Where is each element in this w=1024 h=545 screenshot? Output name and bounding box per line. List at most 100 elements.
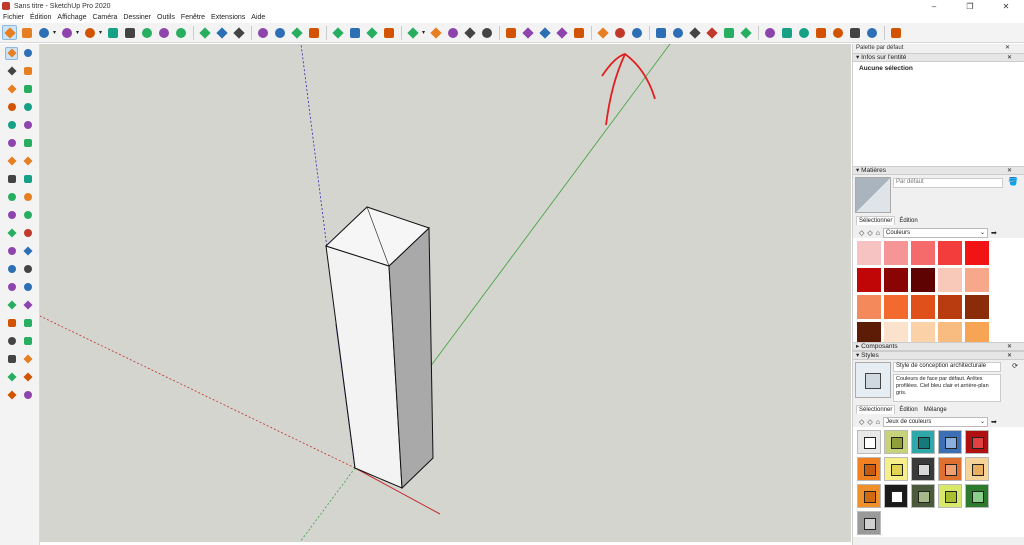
material-swatch[interactable] (857, 322, 881, 342)
orbit-icon[interactable] (255, 25, 270, 40)
warehouse-icon[interactable] (330, 25, 345, 40)
section-plane-icon[interactable] (428, 25, 443, 40)
2pt-arc-icon[interactable] (21, 137, 34, 150)
zoom-icon[interactable] (289, 25, 304, 40)
paint-bucket-icon[interactable]: 🪣 (1008, 177, 1018, 186)
component-icon[interactable] (21, 47, 34, 60)
eraser-icon[interactable] (19, 25, 34, 40)
monochrome-icon[interactable] (864, 25, 879, 40)
style-thumbnail[interactable] (857, 484, 881, 508)
styles-close-icon[interactable]: ✕ (1007, 352, 1012, 360)
tab-materials-select[interactable]: Sélectionner (856, 216, 896, 225)
pan-icon[interactable] (272, 25, 287, 40)
top-view-icon[interactable] (670, 25, 685, 40)
material-swatch[interactable] (911, 241, 935, 265)
layout-icon[interactable] (21, 389, 34, 402)
maximize-button[interactable]: ❐ (952, 0, 988, 12)
tab-styles-edit[interactable]: Édition (897, 406, 919, 414)
home-icon[interactable]: ⌂ (876, 230, 880, 237)
material-swatch[interactable] (938, 268, 962, 292)
minimize-button[interactable]: – (916, 0, 952, 12)
style-thumbnail[interactable] (965, 457, 989, 481)
offset-icon[interactable] (173, 25, 188, 40)
textured-icon[interactable] (847, 25, 862, 40)
orbit-icon[interactable] (5, 281, 18, 294)
move-icon[interactable] (5, 173, 18, 186)
material-swatch[interactable] (965, 268, 989, 292)
material-swatch[interactable] (938, 295, 962, 319)
material-swatch[interactable] (938, 241, 962, 265)
style-thumbnail[interactable] (857, 430, 881, 454)
paint-bucket-icon[interactable] (231, 25, 246, 40)
extension-warehouse-icon[interactable] (347, 25, 362, 40)
left-view-icon[interactable] (738, 25, 753, 40)
freehand-icon[interactable] (21, 83, 34, 96)
select-icon[interactable] (5, 46, 18, 60)
section-plane-icon[interactable] (21, 353, 34, 366)
scale-icon[interactable] (156, 25, 171, 40)
flip-icon[interactable] (537, 25, 552, 40)
back-icon[interactable]: ◇ (859, 418, 864, 426)
styles-header[interactable]: ▾ Styles ✕ (853, 351, 1024, 360)
redo-icon[interactable] (612, 25, 627, 40)
select-icon[interactable] (2, 25, 17, 40)
style-thumbnail[interactable] (911, 430, 935, 454)
tab-styles-select[interactable]: Sélectionner (856, 405, 896, 414)
style-thumbnail[interactable] (884, 484, 908, 508)
materials-close-icon[interactable]: ✕ (1007, 167, 1012, 175)
menu-outils[interactable]: Outils (157, 14, 175, 21)
3pt-arc-icon[interactable] (5, 155, 18, 168)
zoom-window-icon[interactable] (21, 299, 34, 312)
print-icon[interactable] (629, 25, 644, 40)
home-icon[interactable]: ⌂ (876, 419, 880, 426)
material-swatch[interactable] (884, 322, 908, 342)
close-button[interactable]: ✕ (988, 0, 1024, 12)
menu-aide[interactable]: Aide (251, 14, 265, 21)
details-arrow-icon[interactable]: ➡ (991, 418, 997, 426)
rectangle-icon[interactable] (5, 101, 18, 114)
solid-tools-icon[interactable] (479, 25, 494, 40)
warehouse-icon[interactable] (5, 371, 18, 384)
update-style-icon[interactable]: ⟳ (1012, 362, 1018, 370)
hidden-line-icon[interactable] (813, 25, 828, 40)
components-header[interactable]: ▸ Composants ✕ (853, 342, 1024, 351)
walk-icon[interactable] (5, 353, 18, 366)
paint-bucket-icon[interactable] (5, 65, 18, 78)
xray-icon[interactable] (762, 25, 777, 40)
style-thumbnail[interactable] (857, 457, 881, 481)
move-icon[interactable] (122, 25, 137, 40)
material-name-field[interactable]: Par défaut (893, 178, 1003, 188)
material-swatch[interactable] (965, 295, 989, 319)
pencil-icon[interactable] (36, 25, 51, 40)
style-thumbnail[interactable] (884, 457, 908, 481)
back-icon[interactable]: ◇ (859, 229, 864, 237)
chevron-down-icon[interactable]: ▾ (99, 29, 102, 36)
components-close-icon[interactable]: ✕ (1007, 343, 1012, 351)
menu-affichage[interactable]: Affichage (57, 14, 86, 21)
back-view-icon[interactable] (721, 25, 736, 40)
chevron-down-icon[interactable]: ▾ (422, 29, 425, 36)
menu-fenetre[interactable]: Fenêtre (181, 14, 205, 21)
extension-icon[interactable] (21, 371, 34, 384)
scale-icon[interactable] (5, 209, 18, 222)
wireframe-icon[interactable] (796, 25, 811, 40)
material-swatch[interactable] (857, 295, 881, 319)
material-swatch[interactable] (884, 241, 908, 265)
material-swatch[interactable] (857, 268, 881, 292)
text-icon[interactable] (21, 245, 34, 258)
pan-icon[interactable] (21, 281, 34, 294)
front-view-icon[interactable] (687, 25, 702, 40)
right-view-icon[interactable] (704, 25, 719, 40)
style-thumbnail[interactable] (965, 430, 989, 454)
rectangle-icon[interactable] (82, 25, 97, 40)
material-swatch[interactable] (938, 322, 962, 342)
axes-icon[interactable] (5, 263, 18, 276)
style-thumbnail[interactable] (938, 457, 962, 481)
material-swatch[interactable] (857, 241, 881, 265)
tab-styles-mix[interactable]: Mélange (922, 406, 949, 414)
arrows-icon[interactable] (520, 25, 535, 40)
user-icon[interactable] (405, 25, 420, 40)
scenes-icon[interactable] (888, 25, 903, 40)
share-icon[interactable] (5, 389, 18, 402)
tray-close-icon[interactable]: ✕ (1005, 44, 1010, 53)
